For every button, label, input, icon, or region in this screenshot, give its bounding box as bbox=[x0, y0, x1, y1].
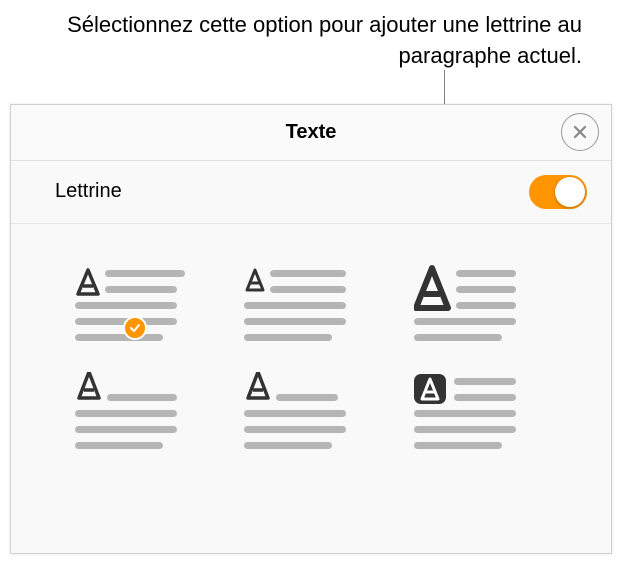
panel-content: Lettrine bbox=[11, 161, 611, 480]
dropcap-option-5[interactable] bbox=[244, 372, 393, 450]
toggle-knob bbox=[555, 177, 585, 207]
dropcap-option-6[interactable] bbox=[414, 372, 563, 450]
lettrine-toggle[interactable] bbox=[529, 175, 587, 209]
check-icon bbox=[129, 322, 141, 334]
dropcap-option-3[interactable] bbox=[414, 264, 563, 342]
dropcap-style-4-icon bbox=[75, 372, 185, 450]
lettrine-setting-row: Lettrine bbox=[11, 161, 611, 224]
panel-header: Texte bbox=[11, 105, 611, 161]
panel-title: Texte bbox=[286, 121, 337, 144]
dropcap-options-grid bbox=[11, 224, 611, 480]
dropcap-option-4[interactable] bbox=[75, 372, 224, 450]
annotation-text: Sélectionnez cette option pour ajouter u… bbox=[0, 0, 622, 82]
dropcap-style-2-icon bbox=[244, 264, 354, 342]
lettrine-label: Lettrine bbox=[55, 180, 122, 203]
dropcap-style-3-icon bbox=[414, 264, 524, 342]
selected-checkmark bbox=[123, 316, 147, 340]
close-icon bbox=[572, 124, 588, 140]
text-panel: Texte Lettrine bbox=[10, 104, 612, 554]
dropcap-style-5-icon bbox=[244, 372, 354, 450]
dropcap-style-6-icon bbox=[414, 372, 524, 450]
dropcap-option-2[interactable] bbox=[244, 264, 393, 342]
dropcap-option-1[interactable] bbox=[75, 264, 224, 342]
close-button[interactable] bbox=[561, 113, 599, 151]
